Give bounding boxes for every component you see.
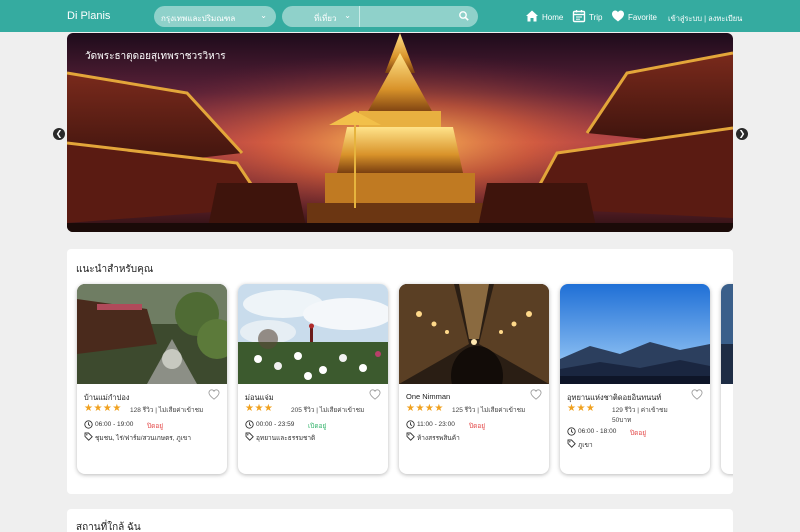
open-status: ปิดอยู่	[469, 423, 486, 430]
chevron-down-icon: ⌄	[260, 11, 267, 20]
brand-logo[interactable]: Di Planis	[67, 10, 110, 22]
clock-icon	[406, 420, 415, 429]
hours-text: 00:00 - 23:59	[256, 421, 295, 428]
open-status: ปิดอยู่	[147, 423, 164, 430]
star-rating: ★★★	[245, 403, 274, 414]
review-meta: 128 รีวิว | ไม่เสียค่าเข้าชม	[130, 407, 204, 414]
heart-icon	[612, 10, 624, 22]
star-rating: ★★★	[567, 403, 596, 414]
login-register-link[interactable]: เข้าสู่ระบบ | ลงทะเบียน	[668, 13, 742, 25]
place-photo	[238, 284, 388, 384]
nav-home[interactable]: Home	[525, 9, 567, 25]
calendar-icon	[572, 10, 586, 23]
nearby-section: สถานที่ใกล้ ฉัน	[67, 509, 733, 532]
tags-text: อุทยานและธรรมชาติ	[256, 435, 316, 442]
open-status: เปิดอยู่	[308, 423, 327, 430]
heart-outline-icon[interactable]	[369, 389, 381, 400]
category-dropdown[interactable]: ที่เที่ยว ⌄	[282, 6, 360, 27]
star-rating: ★★★★	[84, 403, 122, 414]
heart-outline-icon[interactable]	[691, 389, 703, 400]
place-card[interactable]: อุทยานแห่งชาติดอยอินทนนท์ ★★★ 129 รีวิว …	[560, 284, 710, 474]
hero-carousel[interactable]: วัดพระธาตุดอยสุเทพราชวรวิหาร	[67, 33, 733, 232]
place-card[interactable]	[721, 284, 733, 474]
recommend-section: แนะนำสำหรับคุณ บ้านแม่กำปอง ★★★★ 128 รีว…	[67, 249, 733, 494]
search-bar: ที่เที่ยว ⌄	[282, 6, 478, 27]
tags-text: ห้างสรรพสินค้า	[417, 435, 460, 442]
review-meta: 125 รีวิว | ไม่เสียค่าเข้าชม	[452, 407, 526, 414]
heart-outline-icon[interactable]	[530, 389, 542, 400]
entry-fee: 50บาท	[612, 417, 632, 424]
search-input[interactable]	[362, 8, 452, 25]
home-icon	[526, 10, 538, 22]
review-meta: 205 รีวิว | ไม่เสียค่าเข้าชม	[291, 407, 365, 414]
star-rating: ★★★★	[406, 403, 444, 414]
carousel-prev-button[interactable]: ❮	[53, 128, 65, 140]
search-icon[interactable]	[458, 10, 470, 22]
clock-icon	[84, 420, 93, 429]
nav-favorite[interactable]: Favorite	[611, 9, 661, 25]
heart-outline-icon[interactable]	[208, 389, 220, 400]
place-photo	[399, 284, 549, 384]
tags-text: ชุมชน, ไร่/ฟาร์ม/สวนเกษตร, ภูเขา	[95, 435, 191, 442]
clock-icon	[567, 427, 576, 436]
place-name: One Nimman	[406, 392, 451, 401]
tags-text: ภูเขา	[578, 442, 593, 449]
review-meta: 129 รีวิว | ค่าเข้าชม	[612, 407, 668, 414]
tag-icon	[406, 432, 415, 441]
chevron-down-icon: ⌄	[344, 11, 351, 20]
place-photo	[77, 284, 227, 384]
province-dropdown[interactable]: กรุงเทพและปริมณฑล ⌄	[154, 6, 276, 27]
section-title: สถานที่ใกล้ ฉัน	[76, 522, 141, 532]
tag-icon	[245, 432, 254, 441]
tag-icon	[84, 432, 93, 441]
carousel-next-button[interactable]: ❯	[736, 128, 748, 140]
nav-home-label: Home	[542, 13, 564, 22]
top-navigation-bar: Di Planis กรุงเทพและปริมณฑล ⌄ ที่เที่ยว …	[0, 0, 800, 32]
place-photo	[721, 284, 733, 384]
province-selected: กรุงเทพและปริมณฑล	[161, 14, 236, 23]
hours-text: 06:00 - 18:00	[578, 428, 617, 435]
tag-icon	[567, 439, 576, 448]
hero-caption: วัดพระธาตุดอยสุเทพราชวรวิหาร	[85, 51, 226, 62]
place-card[interactable]: ม่อนแจ่ม ★★★ 205 รีวิว | ไม่เสียค่าเข้าช…	[238, 284, 388, 474]
category-selected: ที่เที่ยว	[314, 14, 337, 23]
clock-icon	[245, 420, 254, 429]
hours-text: 11:00 - 23:00	[417, 421, 455, 428]
place-card[interactable]: One Nimman ★★★★ 125 รีวิว | ไม่เสียค่าเข…	[399, 284, 549, 474]
hours-text: 06:00 - 19:00	[95, 421, 134, 428]
place-card[interactable]: บ้านแม่กำปอง ★★★★ 128 รีวิว | ไม่เสียค่า…	[77, 284, 227, 474]
nav-trip[interactable]: Trip	[572, 9, 606, 25]
nav-trip-label: Trip	[589, 13, 603, 22]
nav-favorite-label: Favorite	[628, 13, 657, 22]
open-status: ปิดอยู่	[630, 430, 647, 437]
section-title: แนะนำสำหรับคุณ	[76, 264, 154, 275]
place-photo	[560, 284, 710, 384]
